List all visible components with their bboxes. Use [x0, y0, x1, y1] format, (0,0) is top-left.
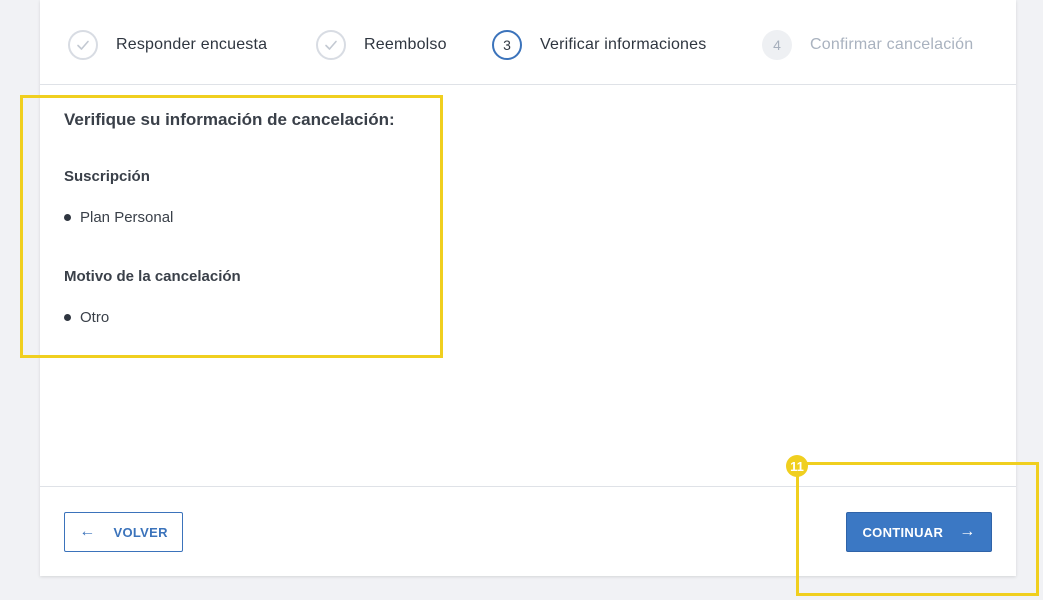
reason-heading: Motivo de la cancelación	[64, 268, 241, 285]
arrow-right-icon: →	[959, 523, 976, 540]
step-responder-encuesta: Responder encuesta	[68, 28, 267, 61]
reason-value-item: Otro	[64, 309, 109, 326]
stepper: Responder encuesta Reembolso 3 Verificar…	[40, 0, 1016, 85]
subscription-heading: Suscripción	[64, 168, 150, 185]
arrow-left-icon: ←	[79, 523, 96, 540]
check-icon	[325, 40, 337, 50]
step-2-check-circle	[316, 29, 346, 60]
check-icon	[77, 40, 89, 50]
card-footer: ← VOLVER CONTINUAR →	[40, 486, 1016, 577]
annotation-badge: 11	[786, 455, 808, 477]
step-3-number-circle: 3	[492, 29, 522, 60]
subscription-value-item: Plan Personal	[64, 209, 173, 226]
bullet-dot	[64, 214, 71, 221]
reason-value: Otro	[80, 309, 110, 326]
step-1-check-circle	[68, 29, 98, 60]
back-button[interactable]: ← VOLVER	[64, 512, 183, 552]
subscription-value: Plan Personal	[80, 209, 174, 226]
step-1-label: Responder encuesta	[116, 35, 268, 53]
step-3-label: Verificar informaciones	[540, 35, 707, 53]
step-4-number-circle: 4	[762, 29, 792, 60]
verify-info-title: Verifique su información de cancelación:	[64, 110, 395, 129]
continue-button-label: CONTINUAR	[862, 524, 944, 540]
bullet-dot	[64, 314, 71, 321]
continue-button[interactable]: CONTINUAR →	[846, 512, 992, 552]
step-confirmar-cancelacion: 4 Confirmar cancelación	[762, 28, 973, 61]
step-verificar-informaciones: 3 Verificar informaciones	[492, 28, 706, 61]
step-2-label: Reembolso	[364, 35, 447, 53]
back-button-label: VOLVER	[113, 524, 168, 540]
step-reembolso: Reembolso	[316, 28, 447, 61]
cancellation-card: Responder encuesta Reembolso 3 Verificar…	[40, 0, 1016, 576]
step-4-label: Confirmar cancelación	[810, 35, 974, 53]
